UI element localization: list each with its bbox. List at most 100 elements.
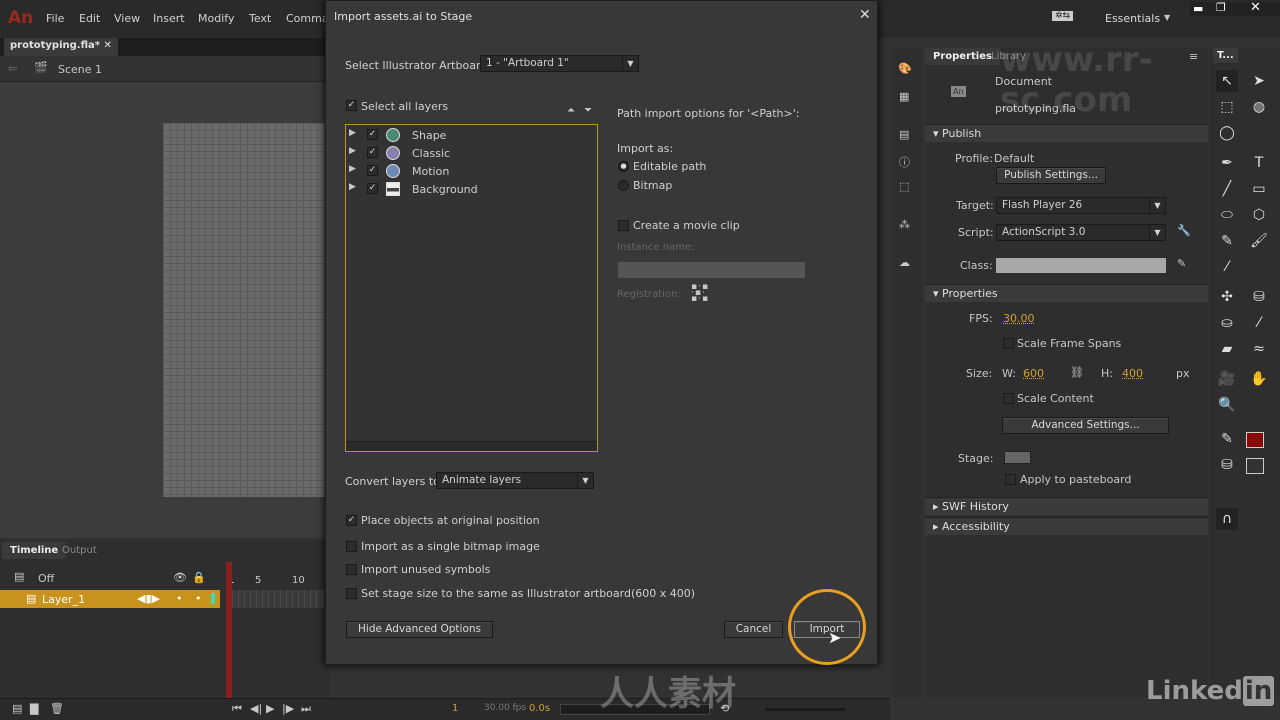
zoom-slider[interactable] bbox=[765, 708, 845, 711]
scale-frame-spans-checkbox[interactable] bbox=[1003, 338, 1014, 349]
height-value[interactable]: 400 bbox=[1122, 367, 1143, 380]
unused-symbols-checkbox[interactable] bbox=[346, 564, 357, 575]
eyedropper-tool-icon[interactable]: ⁄ bbox=[1248, 312, 1270, 334]
current-frame[interactable]: 1 bbox=[452, 703, 458, 714]
artboard-select[interactable]: 1 - "Artboard 1" ▼ bbox=[480, 55, 639, 72]
polystar-tool-icon[interactable]: ⬡ bbox=[1248, 204, 1270, 226]
scale-content-checkbox[interactable] bbox=[1003, 393, 1014, 404]
collapse-all-icon[interactable]: ⏶ bbox=[567, 105, 575, 116]
menu-edit[interactable]: Edit bbox=[79, 12, 100, 25]
tab-output[interactable]: Output bbox=[54, 542, 105, 559]
layer-checkbox[interactable]: ✓ bbox=[367, 165, 378, 176]
sync-settings-icon[interactable]: ✲⇆ bbox=[1052, 11, 1074, 21]
motion-presets-icon[interactable]: ⁂ bbox=[899, 218, 910, 231]
rectangle-tool-icon[interactable]: ▭ bbox=[1248, 178, 1270, 200]
brush-tool-icon[interactable]: 🖌 bbox=[1248, 230, 1270, 252]
lasso-tool-icon[interactable]: ◯ bbox=[1216, 122, 1238, 144]
convert-layers-select[interactable]: Animate layers ▼ bbox=[436, 472, 594, 489]
width-tool-icon[interactable]: ≈ bbox=[1248, 338, 1270, 360]
hand-tool-icon[interactable]: ✋ bbox=[1248, 368, 1270, 390]
layer-item[interactable]: ▶ ✓ Classic bbox=[346, 145, 596, 163]
lock-dot[interactable]: • bbox=[195, 592, 202, 605]
paint-brush-tool-icon[interactable]: ⁄ bbox=[1216, 256, 1238, 278]
snap-magnet-icon[interactable]: ∩ bbox=[1216, 508, 1238, 530]
expand-all-icon[interactable]: ⏷ bbox=[584, 105, 592, 116]
new-folder-icon[interactable]: ▇ bbox=[30, 702, 38, 715]
section-swf-history[interactable]: ▸ SWF History bbox=[925, 497, 1208, 515]
layer-color-swatch[interactable] bbox=[211, 593, 215, 604]
single-bitmap-checkbox[interactable] bbox=[346, 541, 357, 552]
doc-tab[interactable]: prototyping.fla* ✕ bbox=[4, 38, 118, 56]
close-icon[interactable]: ✕ bbox=[103, 40, 111, 51]
first-frame-icon[interactable]: ⏮ bbox=[232, 702, 242, 716]
fill-color-swatch[interactable] bbox=[1246, 458, 1264, 474]
menu-text[interactable]: Text bbox=[249, 12, 271, 25]
keyframe-nav-icon[interactable]: ◀▮▶ bbox=[137, 592, 160, 605]
fill-color-icon[interactable]: ⛁ bbox=[1216, 454, 1238, 476]
line-tool-icon[interactable]: ╱ bbox=[1216, 178, 1238, 200]
class-input[interactable] bbox=[996, 258, 1166, 273]
movie-clip-checkbox[interactable] bbox=[618, 220, 629, 231]
menu-view[interactable]: View bbox=[114, 12, 140, 25]
layer-item[interactable]: ▶ ✓ Shape bbox=[346, 127, 596, 145]
section-publish[interactable]: ▾ Publish bbox=[925, 124, 1208, 142]
layer-checkbox[interactable]: ✓ bbox=[367, 129, 378, 140]
width-value[interactable]: 600 bbox=[1023, 367, 1044, 380]
stroke-color-swatch[interactable] bbox=[1246, 432, 1264, 448]
eye-icon[interactable]: 👁 bbox=[173, 571, 187, 584]
transform-icon[interactable]: ⬚ bbox=[899, 180, 909, 193]
zoom-tool-icon[interactable]: 🔍 bbox=[1216, 394, 1238, 416]
layer-checkbox[interactable]: ✓ bbox=[367, 147, 378, 158]
last-frame-icon[interactable]: ⏭ bbox=[301, 702, 311, 716]
hide-advanced-button[interactable]: Hide Advanced Options bbox=[346, 621, 493, 638]
pencil-icon[interactable]: ✎ bbox=[1177, 257, 1186, 270]
layer-item[interactable]: ▶ ✓ Background bbox=[346, 181, 596, 199]
text-tool-icon[interactable]: T bbox=[1248, 152, 1270, 174]
expand-arrow-icon[interactable]: ▶ bbox=[349, 146, 356, 156]
bone-tool-icon[interactable]: ✣ bbox=[1216, 286, 1238, 308]
cancel-button[interactable]: Cancel bbox=[724, 621, 783, 638]
layer-type-icon[interactable]: ▤ bbox=[14, 570, 24, 583]
frame-grid[interactable] bbox=[232, 590, 330, 608]
fps-readout[interactable]: 30.00 fps bbox=[484, 703, 526, 713]
paint-bucket-tool-icon[interactable]: ⛁ bbox=[1248, 286, 1270, 308]
visibility-dot[interactable]: • bbox=[176, 592, 183, 605]
tab-properties[interactable]: Properties bbox=[925, 48, 1000, 65]
pen-tool-icon[interactable]: ✒ bbox=[1216, 152, 1238, 174]
section-properties[interactable]: ▾ Properties bbox=[925, 284, 1208, 302]
swatches-icon[interactable]: ▦ bbox=[899, 90, 909, 103]
info-icon[interactable]: ⓘ bbox=[899, 154, 910, 170]
wrench-icon[interactable]: 🔧 bbox=[1177, 224, 1191, 237]
layer-item[interactable]: ▶ ✓ Motion bbox=[346, 163, 596, 181]
align-icon[interactable]: ▤ bbox=[899, 128, 909, 141]
section-accessibility[interactable]: ▸ Accessibility bbox=[925, 517, 1208, 535]
pencil-tool-icon[interactable]: ✎ bbox=[1216, 230, 1238, 252]
menu-commands[interactable]: Comma bbox=[286, 12, 329, 25]
close-window-button[interactable]: ✕ bbox=[1250, 0, 1261, 15]
eraser-tool-icon[interactable]: ▰ bbox=[1216, 338, 1238, 360]
time-readout[interactable]: 0.0s bbox=[529, 703, 550, 714]
step-forward-icon[interactable]: |▶ bbox=[282, 702, 294, 715]
ink-bottle-tool-icon[interactable]: ⛀ bbox=[1216, 312, 1238, 334]
playhead[interactable] bbox=[226, 562, 232, 702]
apply-pasteboard-checkbox[interactable] bbox=[1005, 474, 1016, 485]
workspace-switcher[interactable]: Essentials bbox=[1105, 12, 1160, 25]
horizontal-scrollbar[interactable] bbox=[346, 441, 597, 451]
link-icon[interactable]: ⛓ bbox=[1070, 366, 1084, 379]
trash-icon[interactable]: 🗑 bbox=[50, 702, 64, 715]
editable-path-radio[interactable]: ● bbox=[618, 161, 629, 172]
lock-icon[interactable]: 🔒 bbox=[192, 571, 206, 584]
script-select[interactable]: ActionScript 3.0 ▼ bbox=[996, 224, 1166, 241]
advanced-settings-button[interactable]: Advanced Settings... bbox=[1002, 417, 1169, 434]
target-select[interactable]: Flash Player 26 ▼ bbox=[996, 197, 1166, 214]
creative-cloud-icon[interactable]: ☁ bbox=[899, 256, 910, 269]
back-arrow-icon[interactable]: ⇦ bbox=[8, 62, 17, 75]
original-position-checkbox[interactable]: ✓ bbox=[346, 515, 357, 526]
new-layer-icon[interactable]: ▤ bbox=[12, 702, 22, 715]
menu-insert[interactable]: Insert bbox=[153, 12, 185, 25]
layer-checkbox[interactable]: ✓ bbox=[367, 183, 378, 194]
stage-canvas[interactable] bbox=[163, 123, 333, 497]
stroke-color-icon[interactable]: ✎ bbox=[1216, 428, 1238, 450]
expand-arrow-icon[interactable]: ▶ bbox=[349, 182, 356, 192]
menu-modify[interactable]: Modify bbox=[198, 12, 234, 25]
